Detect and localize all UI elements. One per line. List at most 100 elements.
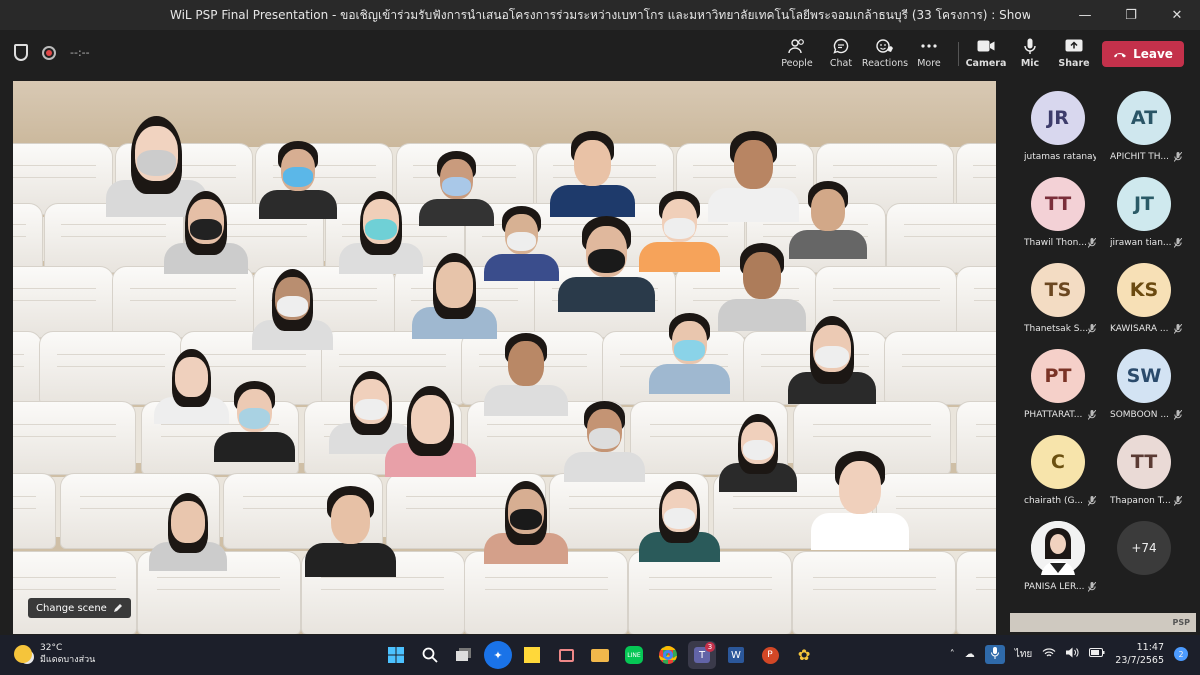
- line-icon[interactable]: LINE: [620, 641, 648, 669]
- camera-button[interactable]: Camera: [963, 36, 1009, 74]
- mic-off-icon: [1173, 151, 1183, 165]
- participant-tile[interactable]: SW SOMBOON ...: [1094, 339, 1184, 423]
- mascot-app-icon[interactable]: ✿: [790, 641, 818, 669]
- leave-button[interactable]: Leave: [1102, 41, 1184, 67]
- more-icon: [921, 36, 937, 56]
- attendee-video: [478, 481, 574, 565]
- volume-icon[interactable]: [1066, 647, 1079, 661]
- shield-icon: [14, 44, 28, 61]
- participant-tile[interactable]: AT APICHIT TH...: [1094, 81, 1184, 165]
- attendee-video: [551, 216, 662, 313]
- sticky-notes-icon[interactable]: [518, 641, 546, 669]
- teams-icon[interactable]: T3: [688, 641, 716, 669]
- attendee-video: [378, 386, 483, 477]
- powerpoint-icon[interactable]: P: [756, 641, 784, 669]
- participant-tile[interactable]: PT PHATTARAT...: [1008, 339, 1098, 423]
- participant-avatar: TT: [1031, 177, 1085, 231]
- seat: [13, 473, 57, 549]
- app-icon-blue[interactable]: ✦: [484, 641, 512, 669]
- together-mode-stage: [13, 81, 996, 634]
- participant-name: KAWISARA ...: [1110, 324, 1169, 334]
- reactions-icon: [876, 36, 894, 56]
- seat: [792, 551, 957, 634]
- maximize-button[interactable]: ❐: [1108, 0, 1154, 30]
- snipping-tool-icon[interactable]: [552, 641, 580, 669]
- participant-name: chairath (G...: [1024, 496, 1084, 506]
- reactions-button[interactable]: Reactions: [862, 36, 908, 74]
- participant-tile[interactable]: KS KAWISARA ...: [1094, 253, 1184, 337]
- seat: [13, 203, 44, 273]
- word-icon[interactable]: W: [722, 641, 750, 669]
- mic-button[interactable]: Mic: [1007, 36, 1053, 74]
- participant-avatar: AT: [1117, 91, 1171, 145]
- mic-off-icon: [1173, 237, 1183, 251]
- participant-avatar: JT: [1117, 177, 1171, 231]
- mic-off-icon: [1087, 581, 1097, 595]
- participant-name: Thapanon T...: [1110, 496, 1171, 506]
- chrome-icon[interactable]: [654, 641, 682, 669]
- weather-widget[interactable]: 32°C มีแดดบางส่วน: [14, 642, 95, 666]
- participant-tile[interactable]: TT Thapanon T...: [1094, 425, 1184, 509]
- participant-tile[interactable]: Cchairath (G...: [1008, 425, 1098, 509]
- chevron-up-icon[interactable]: ˄: [950, 649, 955, 660]
- notification-badge[interactable]: 2: [1174, 647, 1188, 661]
- title-bar: WiL PSP Final Presentation - ขอเชิญเข้าร…: [0, 0, 1200, 30]
- participant-avatar: KS: [1117, 263, 1171, 317]
- clock[interactable]: 11:47 23/7/2565: [1115, 641, 1164, 667]
- participant-tile[interactable]: JT jirawan tian...: [1094, 167, 1184, 251]
- task-view-icon[interactable]: [450, 641, 478, 669]
- participant-photo: [1031, 521, 1085, 575]
- seat: [112, 266, 255, 338]
- attendee-video: [208, 381, 301, 462]
- weather-temp: 32°C: [40, 643, 63, 653]
- weather-condition: มีแดดบางส่วน: [40, 655, 96, 665]
- meeting-toolbar: --:-- People Chat Reactions More Camera: [0, 30, 1200, 78]
- participant-name: Thanetsak S...: [1024, 324, 1089, 334]
- change-scene-button[interactable]: Change scene: [28, 598, 131, 618]
- attendee-video: [713, 414, 803, 492]
- teams-badge: 3: [705, 642, 715, 652]
- people-icon: [788, 36, 806, 56]
- seat: [13, 551, 137, 634]
- input-language[interactable]: ไทย: [1015, 647, 1032, 662]
- chat-button[interactable]: Chat: [818, 36, 864, 74]
- mic-off-icon: [1173, 495, 1183, 509]
- attendee-video: [253, 141, 343, 219]
- share-button[interactable]: Share: [1051, 36, 1097, 74]
- participant-avatar: PT: [1031, 349, 1085, 403]
- participant-tile[interactable]: TS Thanetsak S...: [1008, 253, 1098, 337]
- more-button[interactable]: More: [906, 36, 952, 74]
- attendee-video: [633, 481, 726, 562]
- system-tray: ˄ ☁ ไทย 11:47 23/7/2565 2: [950, 641, 1188, 667]
- sponsor-logos-strip: PSP: [1010, 613, 1196, 632]
- start-button[interactable]: [382, 641, 410, 669]
- attendee-video: [643, 313, 736, 394]
- attendee-video: [781, 316, 883, 405]
- hang-up-icon: [1114, 52, 1127, 57]
- file-explorer-icon[interactable]: [586, 641, 614, 669]
- minimize-button[interactable]: —: [1062, 0, 1108, 30]
- close-button[interactable]: ✕: [1154, 0, 1200, 30]
- participant-avatar: JR: [1031, 91, 1085, 145]
- participant-tile[interactable]: PANISA LER...: [1008, 511, 1098, 595]
- participant-name: PANISA LER...: [1024, 582, 1085, 592]
- attendee-video: [543, 131, 642, 217]
- participant-roster: JR jutamas ratanayu AT APICHIT TH... TT Thawi…: [1006, 81, 1200, 634]
- attendee-video: [143, 493, 233, 571]
- search-icon[interactable]: [416, 641, 444, 669]
- participant-tile[interactable]: JR jutamas ratanayu: [1008, 81, 1098, 165]
- wifi-icon[interactable]: [1042, 647, 1056, 661]
- participant-avatar: C: [1031, 435, 1085, 489]
- cloud-icon[interactable]: ☁: [965, 649, 975, 660]
- taskbar-apps: ✦ LINE T3 W P ✿: [382, 641, 818, 669]
- microphone-in-use-icon[interactable]: [984, 644, 1005, 664]
- window-title: WiL PSP Final Presentation - ขอเชิญเข้าร…: [170, 7, 1030, 22]
- battery-icon[interactable]: [1089, 648, 1105, 660]
- seat: [13, 401, 136, 475]
- people-button[interactable]: People: [774, 36, 820, 74]
- partly-sunny-icon: [14, 645, 32, 663]
- mic-off-icon: [1173, 409, 1183, 423]
- meeting-timer: --:--: [70, 46, 90, 59]
- more-participants-button[interactable]: +74: [1117, 521, 1171, 575]
- participant-tile[interactable]: TT Thawil Thon...: [1008, 167, 1098, 251]
